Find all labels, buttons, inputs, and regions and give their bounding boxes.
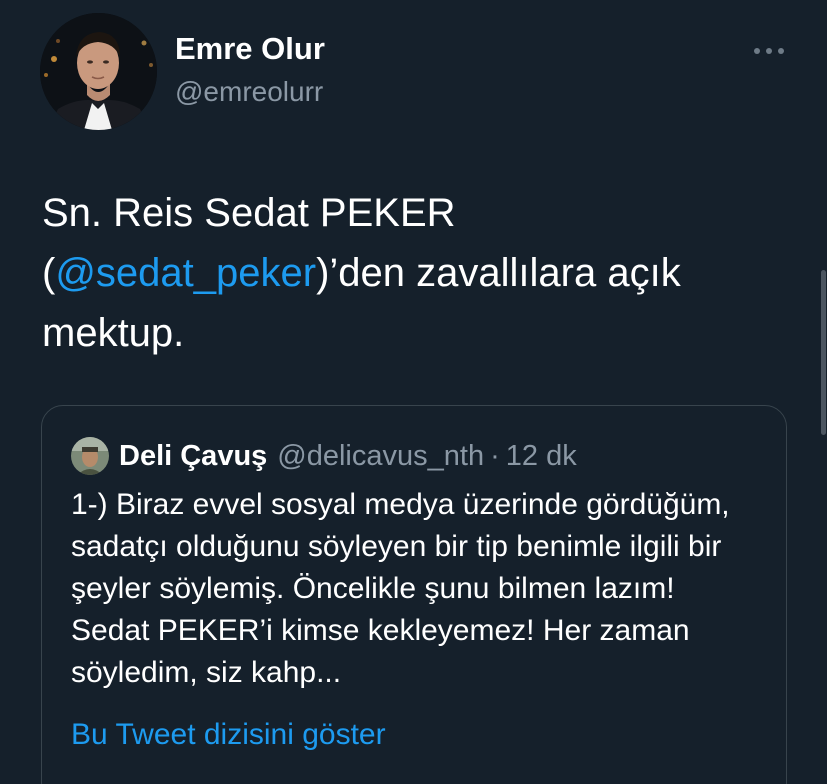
quoted-tweet-header: Deli Çavuş @delicavus_nth · 12 dk bbox=[71, 436, 577, 476]
separator-dot: · bbox=[490, 439, 500, 472]
author-avatar[interactable] bbox=[40, 13, 157, 130]
scrollbar-thumb[interactable] bbox=[821, 270, 826, 435]
show-thread-link[interactable]: Bu Tweet dizisini göster bbox=[71, 718, 386, 752]
author-handle[interactable]: @emreolurr bbox=[175, 76, 323, 108]
more-horizontal-icon bbox=[753, 42, 785, 60]
quoted-tweet-card[interactable]: Deli Çavuş @delicavus_nth · 12 dk 1-) Bi… bbox=[41, 405, 787, 784]
quoted-author-name[interactable]: Deli Çavuş bbox=[119, 440, 267, 473]
author-name[interactable]: Emre Olur bbox=[175, 31, 325, 67]
more-options-button[interactable] bbox=[748, 36, 790, 66]
mention-link[interactable]: @sedat_peker bbox=[55, 251, 316, 295]
quoted-tweet-timestamp[interactable]: 12 dk bbox=[506, 440, 577, 473]
tweet-text: Sn. Reis Sedat PEKER (@sedat_peker)’den … bbox=[42, 183, 802, 363]
tweet: Emre Olur @emreolurr Sn. Reis Sedat PEKE… bbox=[0, 0, 827, 784]
quoted-author-handle[interactable]: @delicavus_nth bbox=[277, 440, 484, 473]
quoted-tweet-text: 1-) Biraz evvel sosyal medya üzerinde gö… bbox=[71, 488, 730, 689]
scrollbar[interactable] bbox=[819, 0, 827, 440]
quoted-author-avatar[interactable] bbox=[71, 437, 109, 475]
